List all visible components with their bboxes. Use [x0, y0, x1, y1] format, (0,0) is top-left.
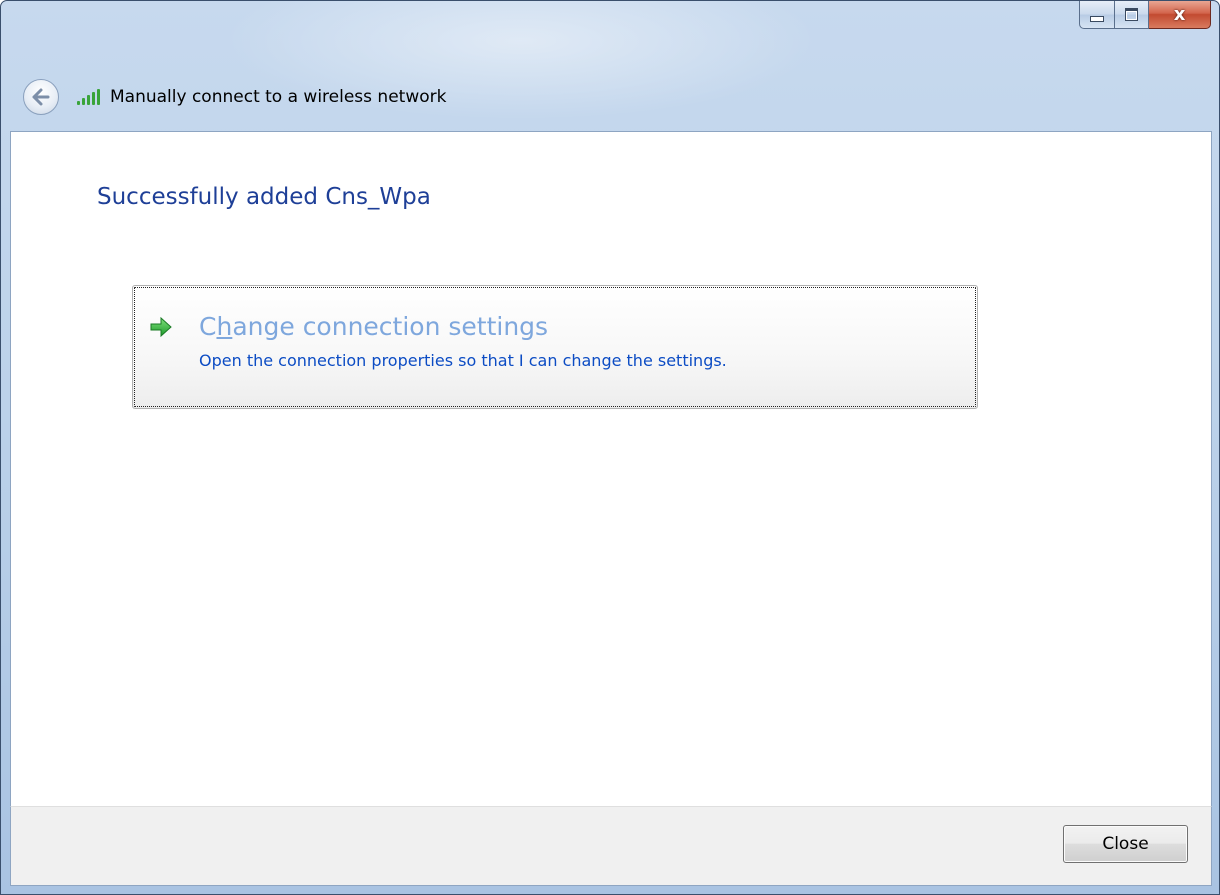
- command-link-description: Open the connection properties so that I…: [199, 351, 727, 370]
- minimize-button[interactable]: [1079, 1, 1115, 29]
- maximize-button[interactable]: [1115, 1, 1149, 29]
- maximize-icon: [1125, 8, 1138, 21]
- close-window-button[interactable]: x: [1149, 1, 1211, 29]
- command-link-title: Change connection settings: [199, 312, 549, 341]
- dialog-window: x Manually connect to a wireless network…: [0, 0, 1220, 895]
- change-connection-settings-link[interactable]: Change connection settings Open the conn…: [132, 285, 978, 409]
- caption-buttons: x: [1079, 1, 1211, 31]
- content-pane: Successfully added Cns_Wpa Change connec…: [10, 131, 1212, 807]
- wireless-signal-icon: [77, 89, 100, 105]
- close-button[interactable]: Close: [1063, 825, 1188, 863]
- title-row: Manually connect to a wireless network: [23, 75, 446, 119]
- back-arrow-icon: [32, 88, 50, 106]
- minimize-icon: [1090, 15, 1104, 22]
- footer-bar: Close: [10, 806, 1212, 886]
- page-heading: Successfully added Cns_Wpa: [97, 184, 431, 210]
- back-button[interactable]: [23, 79, 59, 115]
- close-icon: x: [1173, 3, 1186, 25]
- window-title: Manually connect to a wireless network: [110, 87, 447, 107]
- green-arrow-icon: [150, 316, 172, 338]
